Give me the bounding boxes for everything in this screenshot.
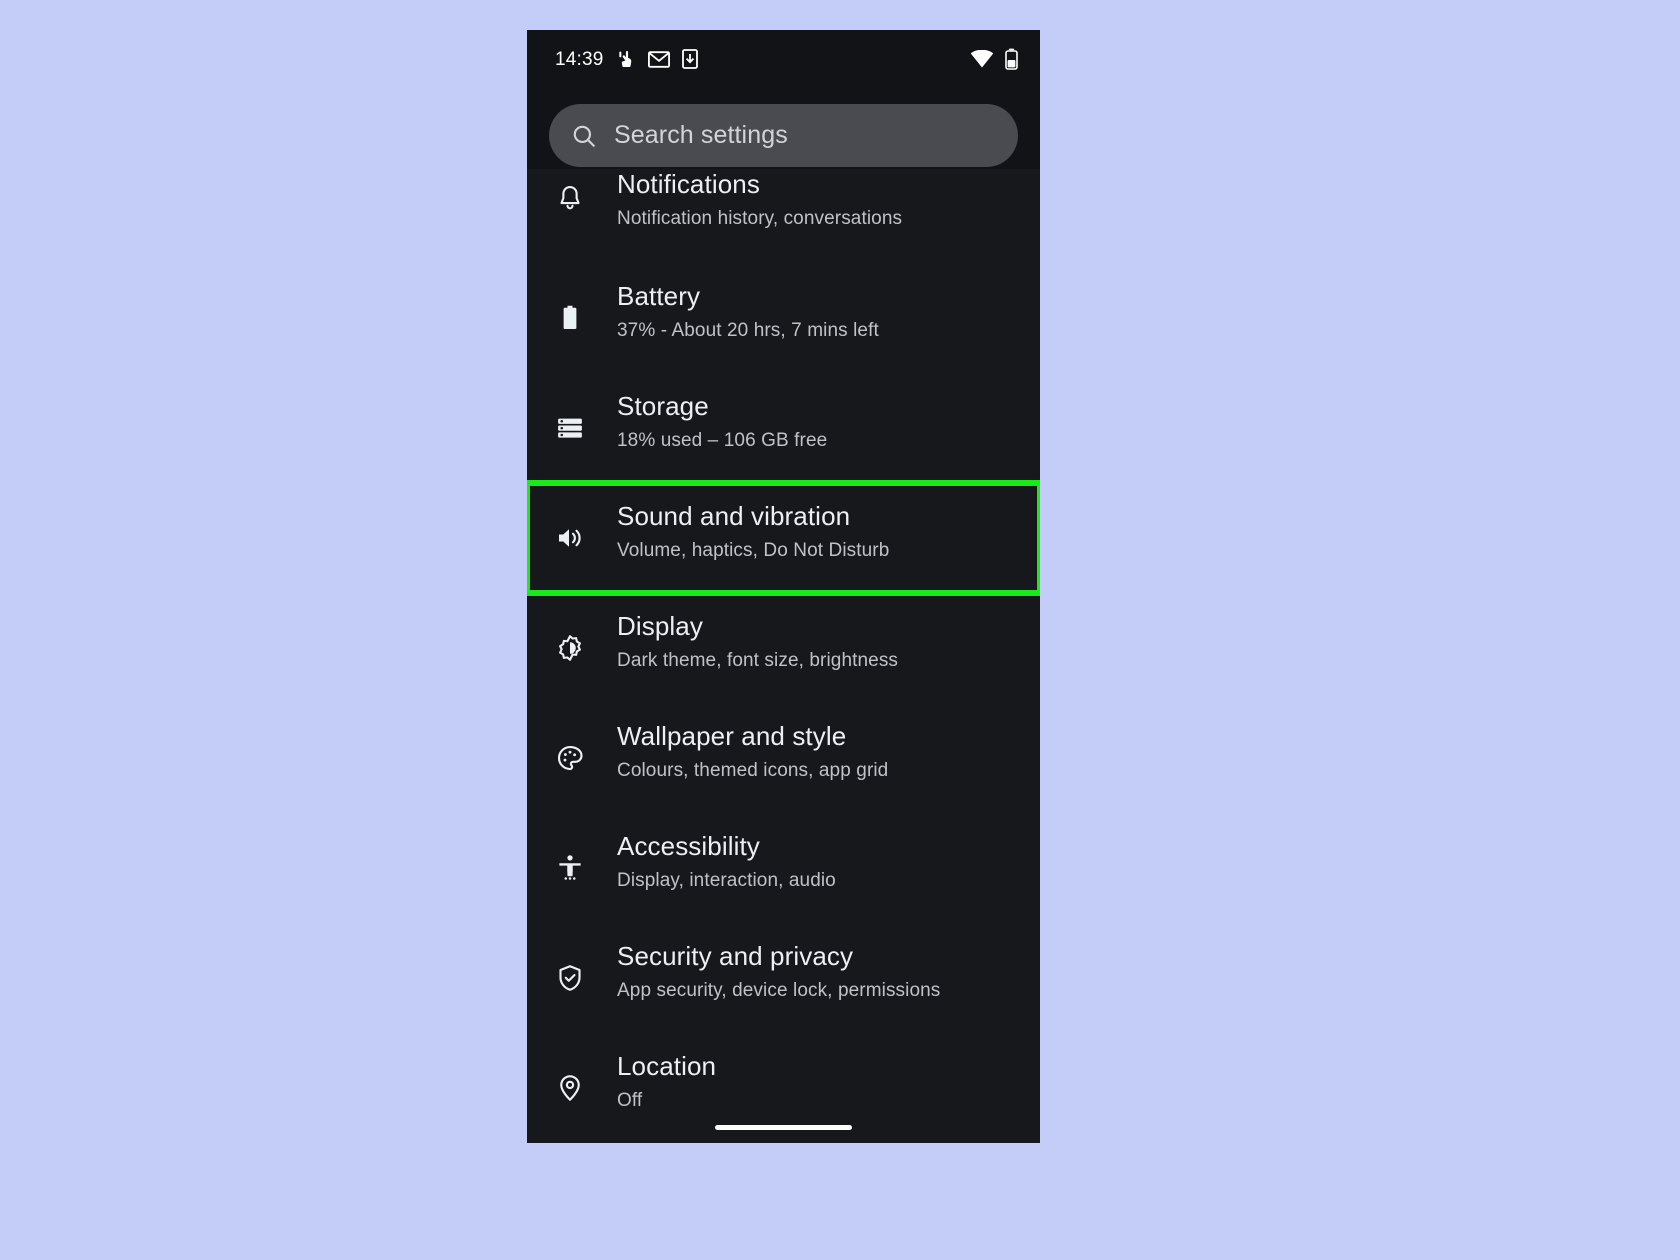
home-gesture-pill[interactable] <box>715 1124 852 1130</box>
settings-row-subtitle: Colours, themed icons, app grid <box>617 760 889 782</box>
settings-row-storage[interactable]: Storage 18% used – 106 GB free <box>527 373 1040 483</box>
settings-row-subtitle: Notification history, conversations <box>617 208 903 230</box>
phone-screen: 14:39 Search settings Notifications Noti… <box>527 30 1040 1143</box>
settings-row-text: Accessibility Display, interaction, audi… <box>607 831 836 892</box>
settings-row-title: Location <box>617 1051 717 1081</box>
settings-row-subtitle: Dark theme, font size, brightness <box>617 650 899 672</box>
navigation-gesture-bar <box>527 1111 1040 1143</box>
settings-row-security-and-privacy[interactable]: Security and privacy App security, devic… <box>527 923 1040 1033</box>
settings-row-text: Location Off <box>607 1051 716 1112</box>
settings-row-text: Notifications Notification history, conv… <box>607 169 902 230</box>
search-container: Search settings <box>527 88 1040 181</box>
status-clock: 14:39 <box>555 48 604 70</box>
download-icon <box>681 49 698 69</box>
settings-row-display[interactable]: Display Dark theme, font size, brightnes… <box>527 593 1040 703</box>
status-bar-right <box>970 48 1018 70</box>
settings-row-title: Battery <box>617 281 701 311</box>
settings-row-subtitle: 18% used – 106 GB free <box>617 430 828 452</box>
volume-icon <box>555 501 607 553</box>
settings-row-subtitle: App security, device lock, permissions <box>617 980 941 1002</box>
storage-icon <box>555 391 607 443</box>
brightness-icon <box>555 611 607 663</box>
settings-row-notifications[interactable]: Notifications Notification history, conv… <box>527 169 1040 263</box>
settings-row-accessibility[interactable]: Accessibility Display, interaction, audi… <box>527 813 1040 923</box>
settings-row-subtitle: Off <box>617 1090 643 1112</box>
settings-row-title: Security and privacy <box>617 941 854 971</box>
wifi-icon <box>970 50 994 68</box>
status-bar-left: 14:39 <box>555 49 698 69</box>
settings-row-title: Display <box>617 611 703 641</box>
settings-row-title: Notifications <box>617 169 760 199</box>
bell-icon <box>555 169 607 213</box>
search-icon <box>571 123 597 149</box>
gmail-icon <box>647 50 670 68</box>
settings-row-text: Wallpaper and style Colours, themed icon… <box>607 721 888 782</box>
battery-icon <box>555 281 607 333</box>
settings-list: Notifications Notification history, conv… <box>527 169 1040 1143</box>
settings-row-text: Security and privacy App security, devic… <box>607 941 940 1002</box>
screenshot-canvas: 14:39 Search settings Notifications Noti… <box>0 0 1680 1260</box>
settings-row-battery[interactable]: Battery 37% - About 20 hrs, 7 mins left <box>527 263 1040 373</box>
settings-row-sound-and-vibration[interactable]: Sound and vibration Volume, haptics, Do … <box>527 480 1040 596</box>
palette-icon <box>555 721 607 773</box>
settings-row-subtitle: 37% - About 20 hrs, 7 mins left <box>617 320 879 342</box>
settings-row-text: Display Dark theme, font size, brightnes… <box>607 611 898 672</box>
settings-row-text: Battery 37% - About 20 hrs, 7 mins left <box>607 281 879 342</box>
settings-row-subtitle: Display, interaction, audio <box>617 870 836 892</box>
settings-row-text: Storage 18% used – 106 GB free <box>607 391 827 452</box>
settings-row-title: Wallpaper and style <box>617 721 847 751</box>
settings-row-subtitle: Volume, haptics, Do Not Disturb <box>617 540 890 562</box>
search-placeholder-text: Search settings <box>614 121 788 149</box>
status-bar: 14:39 <box>527 30 1040 88</box>
location-pin-icon <box>555 1051 607 1103</box>
settings-row-title: Storage <box>617 391 709 421</box>
settings-row-text: Sound and vibration Volume, haptics, Do … <box>607 501 889 562</box>
settings-row-title: Accessibility <box>617 831 760 861</box>
accessibility-icon <box>555 831 607 883</box>
search-input[interactable]: Search settings <box>549 104 1018 167</box>
battery-icon <box>1005 48 1018 70</box>
screen-record-icon <box>616 49 636 69</box>
settings-row-wallpaper-and-style[interactable]: Wallpaper and style Colours, themed icon… <box>527 703 1040 813</box>
settings-row-title: Sound and vibration <box>617 501 851 531</box>
shield-check-icon <box>555 941 607 993</box>
